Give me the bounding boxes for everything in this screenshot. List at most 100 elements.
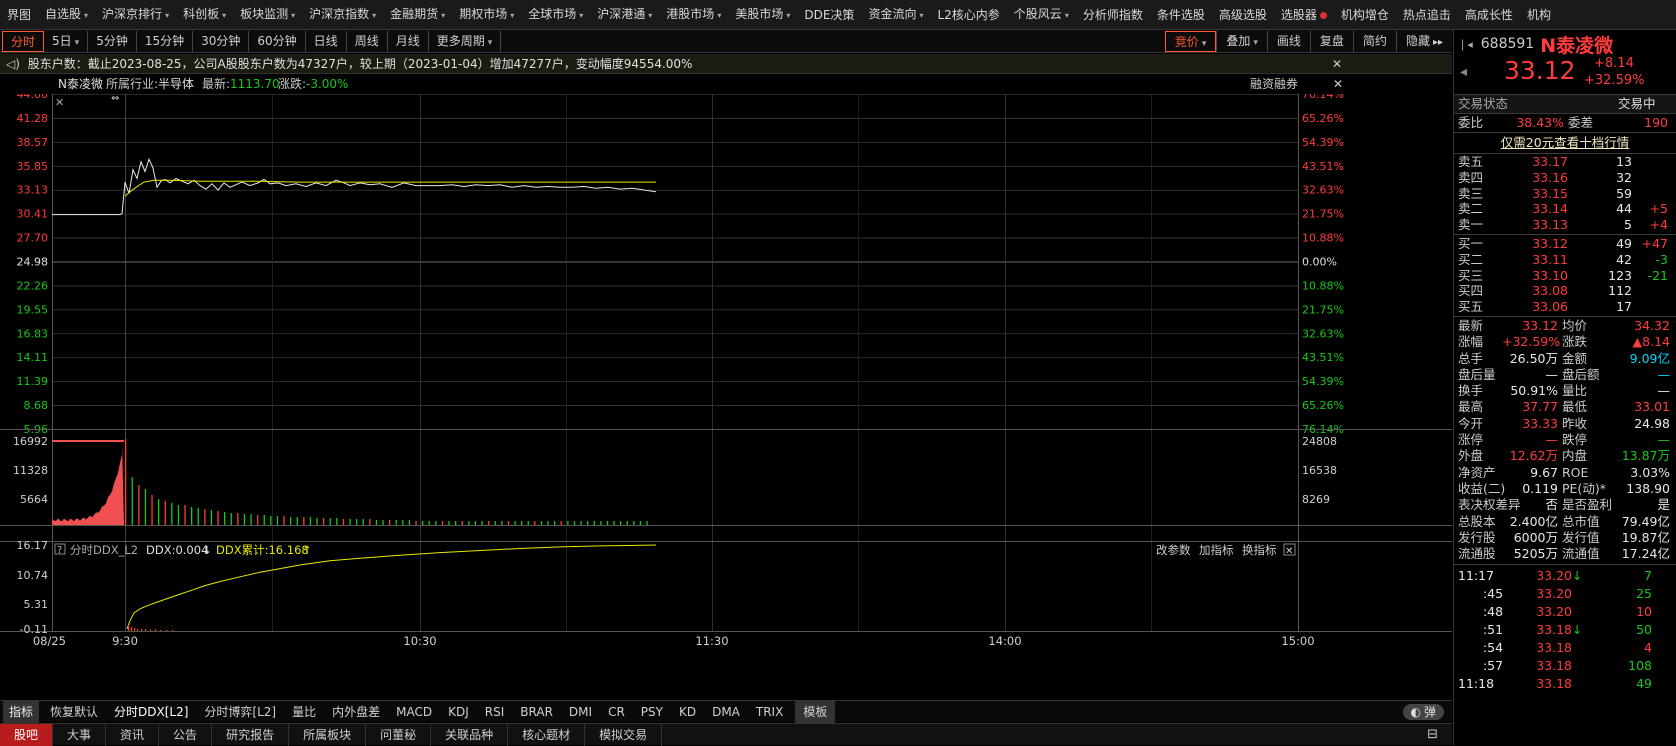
stat-label: PE(动)* (1562, 480, 1606, 496)
period-btn-5[interactable]: 60分钟 (249, 30, 306, 52)
ddx-btn-2[interactable]: 换指标 (1242, 543, 1277, 557)
back-icon[interactable]: ◂ (1460, 64, 1467, 80)
toolbar-btn-1[interactable]: 叠加 ▾ (1216, 30, 1267, 52)
margin-trading-link[interactable]: 融资融券 (1250, 74, 1298, 94)
expand-icon[interactable]: ❘◂ (1458, 38, 1473, 51)
indicator-tab-6[interactable]: MACD (388, 701, 440, 723)
period-btn-8[interactable]: 月线 (388, 30, 429, 52)
menu-item-17[interactable]: 条件选股 (1150, 0, 1212, 29)
menu-item-10[interactable]: 港股市场 ▾ (659, 0, 728, 29)
news-close-icon[interactable]: ✕ (1332, 54, 1342, 74)
toolbar-btn-5[interactable]: 隐藏 ▸▸ (1395, 30, 1452, 52)
toolbar-btn-0[interactable]: 竞价 ▾ (1164, 30, 1217, 52)
news-text[interactable]: 股东户数：截止2023-08-25，公司A股股东户数为47327户，较上期（20… (28, 57, 693, 71)
menu-item-9[interactable]: 沪深港通 ▾ (590, 0, 659, 29)
asks-row[interactable]: 卖三 33.15 59 (1454, 186, 1676, 202)
promo-link[interactable]: 仅需20元查看十档行情 (1454, 133, 1676, 153)
menu-item-13[interactable]: 资金流向 ▾ (861, 0, 930, 29)
menu-item-15[interactable]: 个股风云 ▾ (1007, 0, 1076, 29)
ddx-btn-0[interactable]: 改参数 (1156, 543, 1191, 557)
indicator-tab-16[interactable]: 模板 (795, 700, 836, 723)
indicator-tab-12[interactable]: PSY (633, 701, 671, 723)
menu-item-3[interactable]: 科创板 ▾ (176, 0, 233, 29)
collapse-panel-icon[interactable]: ⊟ (1427, 727, 1438, 742)
indicator-tab-4[interactable]: 量比 (284, 701, 324, 723)
bottom-tab-9[interactable]: 模拟交易 (585, 723, 663, 746)
menu-item-16[interactable]: 分析师指数 (1076, 0, 1150, 29)
menu-item-6[interactable]: 金融期货 ▾ (383, 0, 452, 29)
asks-row[interactable]: 卖一 33.13 5 +4 (1454, 217, 1676, 233)
period-btn-2[interactable]: 5分钟 (88, 30, 137, 52)
bottom-tab-7[interactable]: 关联品种 (431, 723, 509, 746)
period-btn-4[interactable]: 30分钟 (193, 30, 250, 52)
period-btn-1[interactable]: 5日 ▾ (44, 30, 89, 52)
menu-item-19[interactable]: 选股器 (1274, 0, 1334, 29)
bids-row[interactable]: 买一 33.12 49 +47 (1454, 236, 1676, 252)
info-close-icon[interactable]: ✕ (1333, 74, 1343, 94)
period-btn-6[interactable]: 日线 (306, 30, 347, 52)
menu-item-23[interactable]: 机构 (1520, 0, 1558, 29)
toolbar-btn-2[interactable]: 画线 (1266, 30, 1310, 52)
menu-item-2[interactable]: 沪深京排行 ▾ (95, 0, 176, 29)
stat-row: 最新 33.12 均价 34.32 (1454, 318, 1676, 334)
indicator-tab-7[interactable]: KDJ (440, 701, 477, 723)
bottom-tab-5[interactable]: 所属板块 (289, 723, 367, 746)
period-btn-7[interactable]: 周线 (347, 30, 388, 52)
menu-item-18[interactable]: 高级选股 (1212, 0, 1274, 29)
menu-item-22[interactable]: 高成长性 (1458, 0, 1520, 29)
ddx-btn-1[interactable]: 加指标 (1199, 543, 1234, 557)
bottom-tab-0[interactable]: 股吧 (0, 723, 54, 746)
bottom-tab-8[interactable]: 核心题材 (508, 723, 586, 746)
menu-item-0[interactable]: 界图 (0, 0, 38, 29)
menu-item-7[interactable]: 期权市场 ▾ (452, 0, 521, 29)
close-chart-icon[interactable]: ✕ (55, 96, 64, 109)
indicator-tab-10[interactable]: DMI (561, 701, 600, 723)
menu-item-11[interactable]: 美股市场 ▾ (728, 0, 797, 29)
menu-item-1[interactable]: 自选股 ▾ (38, 0, 95, 29)
indicator-tab-15[interactable]: TRIX (748, 701, 791, 723)
bottom-tab-4[interactable]: 研究报告 (212, 723, 290, 746)
menu-item-14[interactable]: L2核心内参 (930, 0, 1006, 29)
menu-item-12[interactable]: DDE决策 (797, 0, 861, 29)
indicator-tab-3[interactable]: 分时博弈[L2] (196, 701, 284, 723)
danmu-toggle[interactable]: ◐ 弹 (1402, 703, 1444, 720)
indicator-tab-14[interactable]: DMA (704, 701, 748, 723)
stat-label: 净资产 (1458, 464, 1496, 480)
asks-row[interactable]: 卖五 33.17 13 (1454, 154, 1676, 170)
menu-item-4[interactable]: 板块监测 ▾ (233, 0, 302, 29)
bottom-tab-1[interactable]: 大事 (53, 723, 107, 746)
news-ticker[interactable]: ◁) 股东户数：截止2023-08-25，公司A股股东户数为47327户，较上期… (0, 54, 1452, 74)
indicator-tab-1[interactable]: 恢复默认 (42, 701, 106, 723)
bids-row[interactable]: 买二 33.11 42 -3 (1454, 252, 1676, 268)
indicator-tab-11[interactable]: CR (600, 701, 633, 723)
menu-item-21[interactable]: 热点追击 (1396, 0, 1458, 29)
asks-row[interactable]: 卖二 33.14 44 +5 (1454, 201, 1676, 217)
period-btn-0[interactable]: 分时 (2, 30, 45, 52)
bids-row[interactable]: 买三 33.10 123 -21 (1454, 268, 1676, 284)
toolbar-btn-4[interactable]: 简约 (1352, 30, 1396, 52)
intraday-chart[interactable]: 44.00 76.14% 41.28 65.26% 38.57 54.39% 35.85 43… (0, 94, 1452, 700)
period-btn-9[interactable]: 更多周期 ▾ (429, 30, 502, 52)
bottom-tab-3[interactable]: 公告 (159, 723, 213, 746)
menu-item-5[interactable]: 沪深京指数 ▾ (302, 0, 383, 29)
bottom-tab-6[interactable]: 问董秘 (366, 723, 432, 746)
bids-row[interactable]: 买四 33.08 112 (1454, 283, 1676, 299)
drag-handle-icon[interactable]: ⇔ (111, 94, 119, 104)
menu-item-20[interactable]: 机构增仓 (1334, 0, 1396, 29)
indicator-tab-13[interactable]: KD (671, 701, 704, 723)
menu-item-label: 全球市场 (528, 6, 577, 21)
help-icon[interactable]: ? (57, 545, 62, 556)
period-btn-3[interactable]: 15分钟 (137, 30, 194, 52)
indicator-tab-0[interactable]: 指标 (3, 700, 40, 723)
asks-row[interactable]: 卖四 33.16 32 (1454, 170, 1676, 186)
ddx-close-icon[interactable]: ✕ (1285, 546, 1293, 557)
bottom-tab-2[interactable]: 资讯 (106, 723, 160, 746)
menu-item-8[interactable]: 全球市场 ▾ (521, 0, 590, 29)
toolbar-btn-3[interactable]: 复盘 (1309, 30, 1353, 52)
indicator-tab-8[interactable]: RSI (477, 701, 513, 723)
indicator-tab-9[interactable]: BRAR (512, 701, 561, 723)
bids-row[interactable]: 买五 33.06 17 (1454, 299, 1676, 315)
indicator-tab-2[interactable]: 分时DDX[L2] (106, 701, 196, 723)
chevron-down-icon: ▾ (1201, 38, 1207, 49)
indicator-tab-5[interactable]: 内外盘差 (324, 701, 388, 723)
